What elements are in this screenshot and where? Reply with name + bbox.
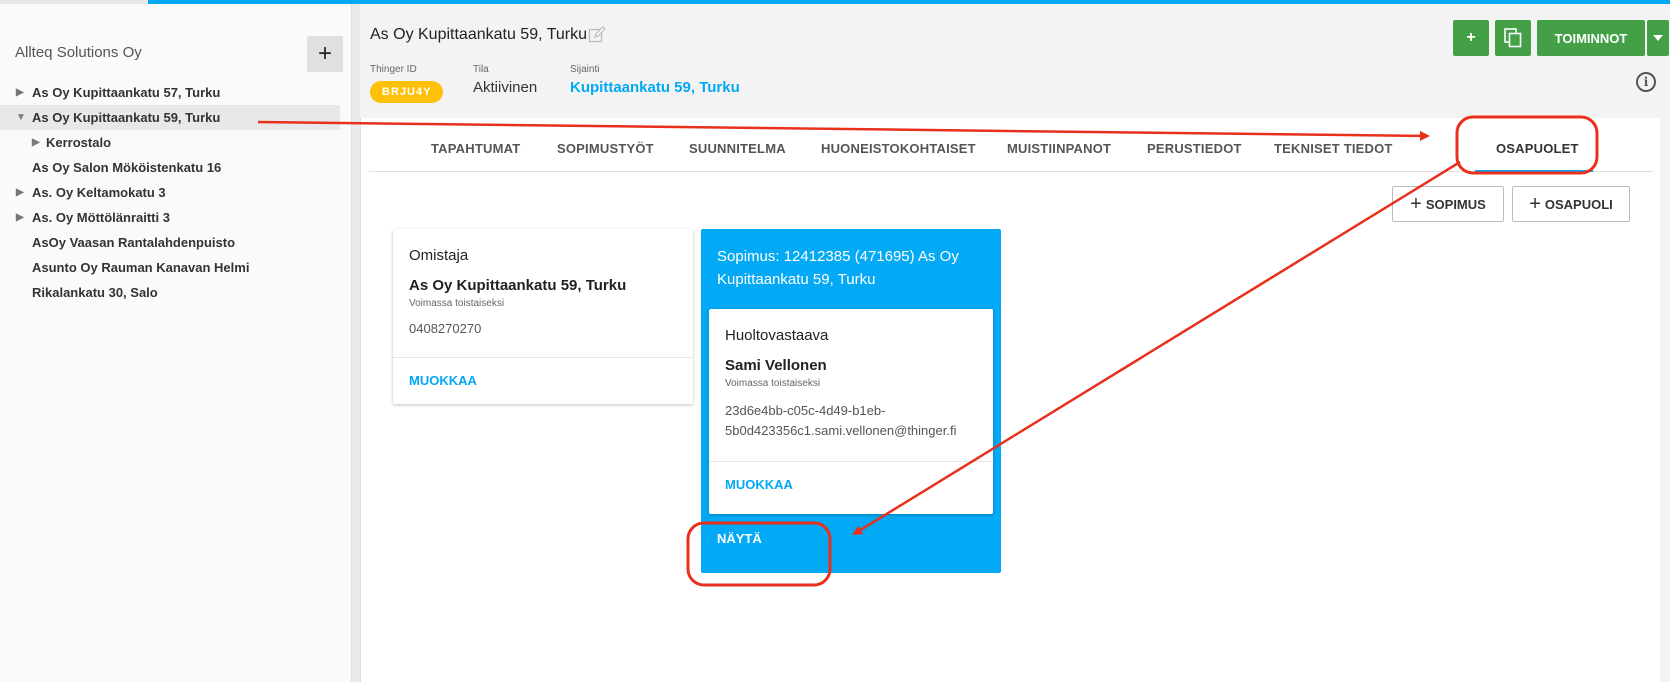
owner-role: Omistaja [409, 247, 469, 264]
tree-item[interactable]: As Oy Salon Mököistenkatu 16 [0, 155, 340, 180]
party-card: Huoltovastaava Sami Vellonen Voimassa to… [709, 309, 993, 514]
tree-item-label: Asunto Oy Rauman Kanavan Helmi [32, 260, 250, 275]
edit-owner-button[interactable]: MUOKKAA [409, 373, 477, 388]
party-role: Huoltovastaava [725, 327, 829, 344]
collapse-arrow-icon[interactable]: ▼ [16, 112, 26, 123]
tab-huoneistokohtaiset[interactable]: HUONEISTOKOHTAISET [821, 141, 976, 156]
add-party-button[interactable]: + OSAPUOLI [1512, 186, 1630, 222]
tab-bar: TAPAHTUMAT SOPIMUSTYÖT SUUNNITELMA HUONE… [369, 118, 1653, 172]
tree-item-label: As. Oy Möttölänraitti 3 [32, 210, 170, 225]
add-button[interactable]: + [1453, 20, 1489, 56]
party-contact-line2: 5b0d423356c1.sami.vellonen@thinger.fi [725, 423, 957, 438]
owner-validity: Voimassa toistaiseksi [409, 298, 505, 309]
actions-dropdown-button[interactable] [1647, 20, 1669, 56]
actions-button[interactable]: TOIMINNOT [1537, 20, 1645, 56]
tree-item-label: Kerrostalo [46, 135, 112, 150]
sidebar-resize-handle[interactable] [352, 4, 360, 682]
tree-item-label: As Oy Kupittaankatu 59, Turku [32, 110, 221, 125]
expand-arrow-icon[interactable]: ▶ [16, 212, 26, 223]
tab-suunnitelma[interactable]: SUUNNITELMA [689, 141, 786, 156]
location-tree: ▶ As Oy Kupittaankatu 57, Turku ▼ As Oy … [0, 80, 340, 305]
party-contact-line1: 23d6e4bb-c05c-4d49-b1eb- [725, 403, 886, 418]
tree-item[interactable]: ▶ As. Oy Möttölänraitti 3 [0, 205, 340, 230]
status-value: Aktiivinen [473, 79, 538, 96]
tree-item-label: As Oy Kupittaankatu 57, Turku [32, 85, 221, 100]
owner-name: As Oy Kupittaankatu 59, Turku [409, 277, 627, 294]
content-panel: TAPAHTUMAT SOPIMUSTYÖT SUUNNITELMA HUONE… [360, 118, 1660, 682]
tree-item[interactable]: ▶ As Oy Kupittaankatu 57, Turku [0, 80, 340, 105]
thinger-id-badge: BRJU4Y [370, 81, 444, 103]
active-tab-indicator [1475, 170, 1593, 172]
card-divider [393, 357, 693, 358]
tree-item-selected[interactable]: ▼ As Oy Kupittaankatu 59, Turku [0, 105, 340, 130]
tree-item[interactable]: AsOy Vaasan Rantalahdenpuisto [0, 230, 340, 255]
tree-item-label: AsOy Vaasan Rantalahdenpuisto [32, 235, 236, 250]
card-divider [709, 461, 993, 462]
info-icon[interactable]: i [1636, 72, 1656, 92]
tab-osapuolet[interactable]: OSAPUOLET [1496, 141, 1579, 156]
add-contract-label: SOPIMUS [1425, 196, 1486, 212]
tree-item[interactable]: Asunto Oy Rauman Kanavan Helmi [0, 255, 340, 280]
page-title: As Oy Kupittaankatu 59, Turku [370, 26, 588, 43]
tree-item-label: As. Oy Keltamokatu 3 [32, 185, 166, 200]
tree-item[interactable]: Rikalankatu 30, Salo [0, 280, 340, 305]
edit-party-button[interactable]: MUOKKAA [725, 477, 793, 492]
tree-item-label: Rikalankatu 30, Salo [32, 285, 158, 300]
owner-phone: 0408270270 [409, 321, 482, 336]
sidebar: Allteq Solutions Oy + ▶ As Oy Kupittaank… [0, 4, 352, 682]
add-party-label: OSAPUOLI [1544, 196, 1613, 212]
location-field: Sijainti Kupittaankatu 59, Turku [570, 64, 740, 96]
tab-muistiinpanot[interactable]: MUISTIINPANOT [1007, 141, 1111, 156]
tree-item[interactable]: ▶ As. Oy Keltamokatu 3 [0, 180, 340, 205]
expand-arrow-icon[interactable]: ▶ [16, 87, 26, 98]
tab-perustiedot[interactable]: PERUSTIEDOT [1147, 141, 1242, 156]
add-item-button[interactable]: + [307, 36, 343, 72]
thinger-id-field: Thinger ID BRJU4Y [370, 64, 444, 103]
caret-down-icon [1653, 35, 1663, 41]
status-field: Tila Aktiivinen [473, 64, 537, 96]
contract-card: Sopimus: 12412385 (471695) As Oy Kupitta… [701, 229, 1001, 573]
copy-button[interactable] [1495, 20, 1531, 56]
owner-card: Omistaja As Oy Kupittaankatu 59, Turku V… [393, 229, 693, 404]
location-label: Sijainti [570, 64, 600, 75]
main-area: As Oy Kupittaankatu 59, Turku Thinger ID… [360, 4, 1670, 682]
contract-title: Sopimus: 12412385 (471695) As Oy Kupitta… [717, 248, 959, 288]
expand-arrow-icon[interactable]: ▶ [32, 137, 42, 148]
plus-icon: + [1529, 193, 1541, 215]
tree-item-label: As Oy Salon Mököistenkatu 16 [32, 160, 222, 175]
show-contract-button[interactable]: NÄYTÄ [717, 531, 762, 546]
add-contract-button[interactable]: + SOPIMUS [1392, 186, 1504, 222]
location-link[interactable]: Kupittaankatu 59, Turku [570, 79, 740, 96]
tab-sopimustyot[interactable]: SOPIMUSTYÖT [557, 141, 654, 156]
party-validity: Voimassa toistaiseksi [725, 378, 821, 389]
plus-icon: + [1410, 193, 1422, 215]
expand-arrow-icon[interactable]: ▶ [16, 187, 26, 198]
tree-item[interactable]: ▶ Kerrostalo [0, 130, 340, 155]
org-name: Allteq Solutions Oy [15, 44, 142, 61]
tab-tekniset-tiedot[interactable]: TEKNISET TIEDOT [1274, 141, 1393, 156]
tab-tapahtumat[interactable]: TAPAHTUMAT [431, 141, 520, 156]
status-label: Tila [473, 64, 489, 75]
party-name: Sami Vellonen [725, 357, 827, 374]
copy-icon [1504, 28, 1522, 48]
thinger-id-label: Thinger ID [370, 64, 417, 75]
edit-icon[interactable] [588, 26, 606, 44]
